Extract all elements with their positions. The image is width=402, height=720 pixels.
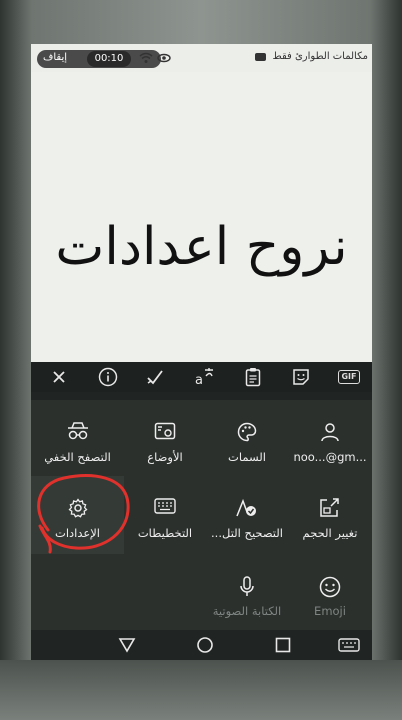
menu-item-resize[interactable]: تغيير الحجم xyxy=(288,476,372,554)
keyboard-toolbar: a GIF xyxy=(31,362,372,392)
carrier-text: مكالمات الطوارئ فقط xyxy=(272,51,368,62)
autocorrect-icon xyxy=(206,498,288,518)
home-icon[interactable] xyxy=(193,634,217,656)
menu-item-label: Emoji xyxy=(314,604,346,618)
overlay-caption: نروح اعدادات xyxy=(55,217,348,277)
phone-screen: إيقاف 00:10 مكالمات الطوارئ فقط نروح اعد… xyxy=(31,44,372,660)
translate-icon[interactable]: a xyxy=(192,366,216,388)
keyboard-menu-panel: a GIF التصفح الخفي الأوضاع السمات noo...… xyxy=(31,362,372,630)
app-content: نروح اعدادات xyxy=(31,72,372,362)
menu-item-label: التخطيطات xyxy=(137,526,193,540)
check-icon[interactable] xyxy=(143,366,167,388)
recording-timer: 00:10 xyxy=(87,51,131,67)
menu-item-autocorrect[interactable]: التصحيح التل... xyxy=(206,476,288,554)
keyboard-icon xyxy=(124,498,206,518)
keyboard-switch-icon[interactable] xyxy=(337,634,361,656)
status-icons xyxy=(139,50,179,66)
stop-recording-label[interactable]: إيقاف xyxy=(43,52,67,63)
incognito-icon xyxy=(31,422,124,442)
info-icon[interactable] xyxy=(96,366,120,388)
mic-icon xyxy=(206,576,288,596)
menu-item-account[interactable]: noo...@gm... xyxy=(288,400,372,476)
emoji-icon xyxy=(288,576,372,598)
menu-item-label: التصحيح التل... xyxy=(211,526,283,540)
menu-item-emoji[interactable]: Emoji xyxy=(288,554,372,630)
menu-item-label: الكتابة الصوتية xyxy=(212,604,282,618)
back-icon[interactable] xyxy=(115,634,139,656)
menu-item-label: noo...@gm... xyxy=(293,450,367,464)
settings-icon xyxy=(31,498,124,518)
frame-bottom xyxy=(0,660,402,720)
svg-text:a: a xyxy=(195,373,203,387)
menu-item-label: السمات xyxy=(228,450,266,464)
palette-icon xyxy=(206,422,288,442)
menu-item-settings[interactable]: الإعدادات xyxy=(31,476,124,554)
menu-item-label: الإعدادات xyxy=(55,526,100,540)
account-icon xyxy=(288,422,372,442)
gif-icon[interactable]: GIF xyxy=(338,370,360,384)
menu-item-incognito[interactable]: التصفح الخفي xyxy=(31,400,124,476)
clipboard-icon[interactable] xyxy=(241,366,265,388)
close-icon[interactable] xyxy=(47,366,71,388)
recents-icon[interactable] xyxy=(271,634,295,656)
resize-icon xyxy=(288,498,372,518)
wifi-icon xyxy=(139,52,153,63)
menu-item-label: تغيير الحجم xyxy=(302,526,358,540)
navigation-bar xyxy=(31,630,372,660)
menu-item-label: التصفح الخفي xyxy=(44,450,111,464)
sticker-icon[interactable] xyxy=(289,366,313,388)
eye-icon xyxy=(157,53,171,63)
modes-icon xyxy=(124,422,206,442)
menu-item-modes[interactable]: الأوضاع xyxy=(124,400,206,476)
menu-item-layouts[interactable]: التخطيطات xyxy=(124,476,206,554)
status-bar: إيقاف 00:10 مكالمات الطوارئ فقط xyxy=(31,44,372,72)
menu-item-themes[interactable]: السمات xyxy=(206,400,288,476)
menu-item-voice-typing[interactable]: الكتابة الصوتية xyxy=(206,554,288,630)
youtube-icon xyxy=(255,53,266,61)
menu-empty-cell xyxy=(31,554,206,630)
menu-item-label: الأوضاع xyxy=(147,450,183,464)
